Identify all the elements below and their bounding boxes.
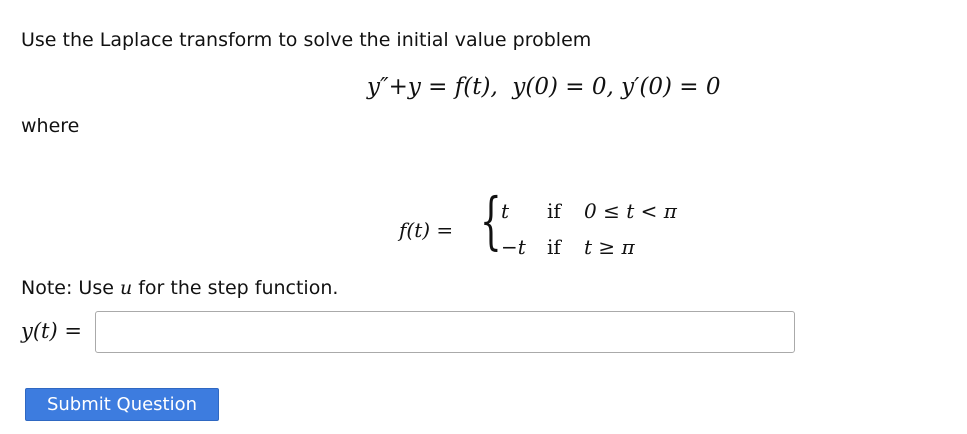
note-variable: u xyxy=(119,277,133,299)
case-2-if: if xyxy=(547,235,561,259)
note-prefix: Note: Use xyxy=(21,277,120,299)
initial-conditions: y(0) = 0, y′(0) = 0 xyxy=(512,74,721,100)
answer-label: y(t) = xyxy=(21,319,82,343)
ode-equals: = xyxy=(420,74,455,100)
piecewise-lhs: f(t) = xyxy=(399,218,454,242)
answer-input[interactable] xyxy=(95,311,795,353)
case-2-condition: t ≥ π xyxy=(584,235,635,259)
step-function-note: Note: Use u for the step function. xyxy=(21,277,338,299)
submit-question-button[interactable]: Submit Question xyxy=(25,388,219,421)
where-label: where xyxy=(21,115,80,137)
note-suffix: for the step function. xyxy=(132,277,339,299)
problem-prompt: Use the Laplace transform to solve the i… xyxy=(21,29,592,51)
case-1-if: if xyxy=(547,199,561,223)
ode-rhs: f(t), xyxy=(454,74,498,100)
case-2-expression: −t xyxy=(501,235,526,259)
case-1-expression: t xyxy=(501,199,510,223)
piecewise-brace: { xyxy=(480,184,502,257)
ode-lhs: y″+y xyxy=(367,74,421,100)
ode-equation: y″+y = f(t), y(0) = 0, y′(0) = 0 xyxy=(367,74,720,100)
case-1-condition: 0 ≤ t < π xyxy=(584,199,677,223)
